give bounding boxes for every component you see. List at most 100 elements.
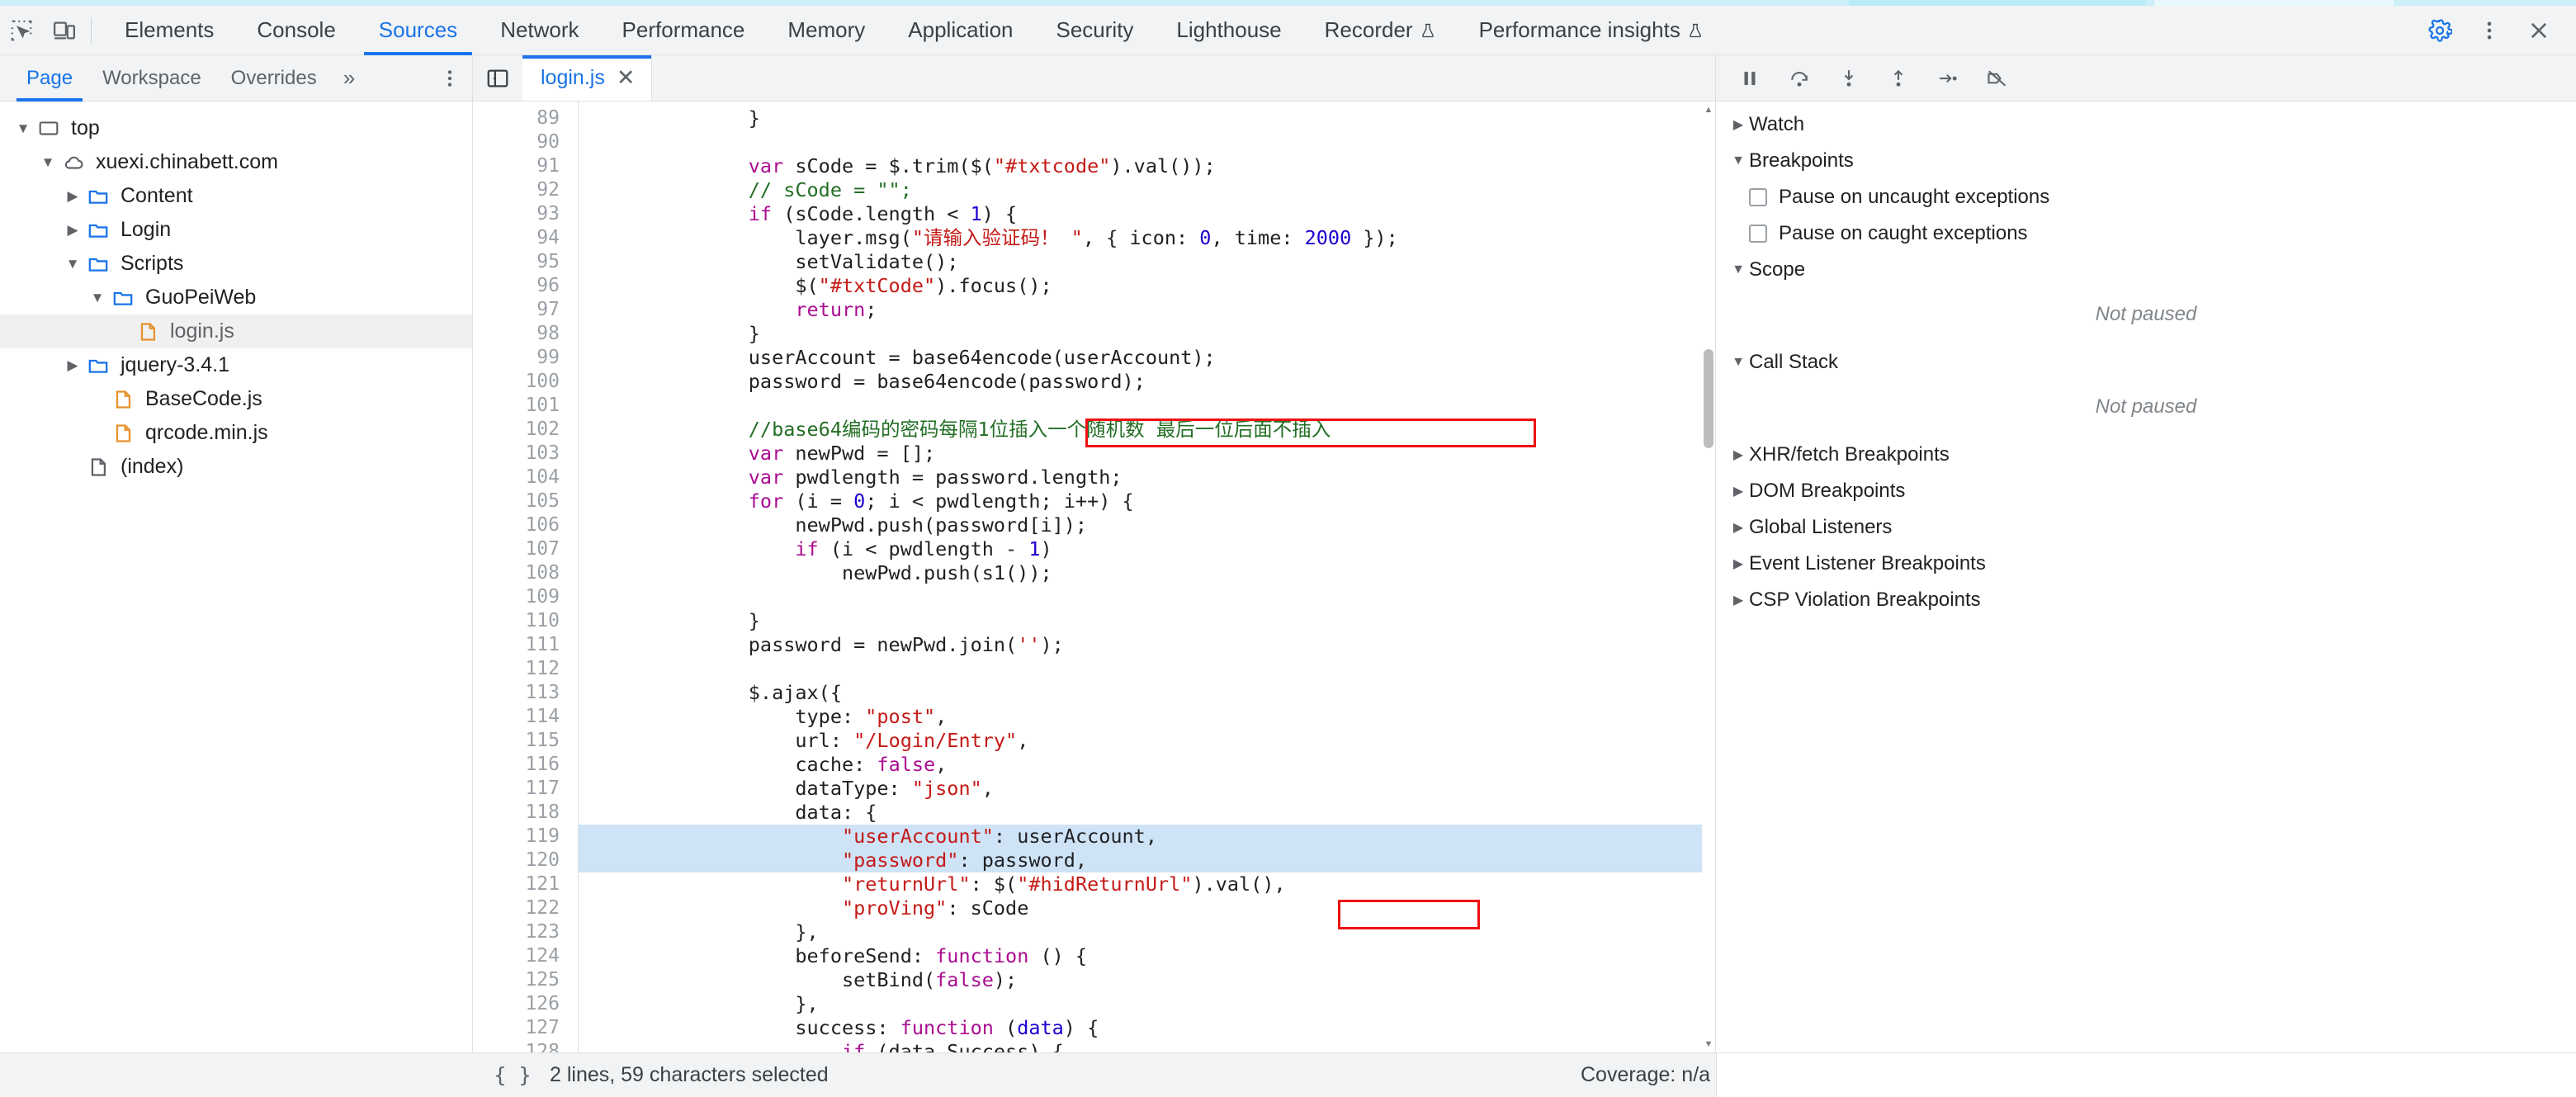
code-line[interactable]: for (i = 0; i < pwdlength; i++) {	[579, 489, 1715, 513]
twisty-collapsed-icon[interactable]: ▶	[1728, 519, 1749, 536]
twisty-expanded-icon[interactable]: ▼	[1728, 355, 1749, 370]
pretty-print-braces-icon[interactable]: { }	[475, 1063, 550, 1087]
line-number[interactable]: 92	[473, 178, 578, 202]
line-number[interactable]: 106	[473, 513, 578, 537]
tab-sources[interactable]: Sources	[357, 6, 479, 55]
navigator-tab-workspace[interactable]: Workspace	[87, 55, 216, 102]
code-line[interactable]: newPwd.push(password[i]);	[579, 513, 1715, 537]
more-options-kebab-icon[interactable]	[2467, 8, 2512, 53]
line-number[interactable]: 119	[473, 825, 578, 849]
code-editor[interactable]: 89 90 91 92 93 94 95 96 97 98 99 100 101 102 103 104 105…	[473, 102, 1715, 1052]
code-line[interactable]: "returnUrl": $("#hidReturnUrl").val(),	[579, 872, 1715, 896]
twisty-collapsed-icon[interactable]: ▶	[61, 357, 84, 374]
line-number[interactable]: 120	[473, 849, 578, 872]
code-line[interactable]	[579, 657, 1715, 681]
tab-security[interactable]: Security	[1035, 6, 1156, 55]
code-line[interactable]: layer.msg("请输入验证码！ ", { icon: 0, time: 2…	[579, 226, 1715, 250]
twisty-collapsed-icon[interactable]: ▶	[1728, 116, 1749, 133]
tree-item-guopeiweb[interactable]: ▼ GuoPeiWeb	[0, 281, 472, 314]
code-line[interactable]: if (sCode.length < 1) {	[579, 202, 1715, 226]
checkbox[interactable]	[1749, 225, 1767, 243]
code-line[interactable]: "password": password,	[579, 849, 1715, 872]
tab-memory[interactable]: Memory	[766, 6, 886, 55]
tab-application[interactable]: Application	[886, 6, 1034, 55]
debugger-section-header-call-stack[interactable]: ▼ Call Stack	[1716, 344, 2576, 381]
editor-tab-login-js[interactable]: login.js ✕	[522, 55, 653, 101]
settings-gear-icon[interactable]	[2418, 8, 2462, 53]
tab-recorder[interactable]: Recorder	[1303, 6, 1458, 55]
tab-performance[interactable]: Performance	[601, 6, 767, 55]
line-number[interactable]: 123	[473, 920, 578, 944]
line-number[interactable]: 124	[473, 944, 578, 968]
code-line[interactable]: }	[579, 322, 1715, 346]
code-line[interactable]: setBind(false);	[579, 968, 1715, 992]
code-line[interactable]: userAccount = base64encode(userAccount);	[579, 346, 1715, 370]
code-line[interactable]: cache: false,	[579, 753, 1715, 777]
navigator-more-tabs-icon[interactable]: »	[332, 55, 366, 102]
twisty-collapsed-icon[interactable]: ▶	[1728, 447, 1749, 463]
breakpoint-option-row[interactable]: Pause on caught exceptions	[1716, 215, 2576, 252]
code-line[interactable]: var newPwd = [];	[579, 442, 1715, 466]
line-number[interactable]: 101	[473, 394, 578, 418]
code-line[interactable]	[579, 130, 1715, 154]
debugger-section-header-dom-breakpoints[interactable]: ▶ DOM Breakpoints	[1716, 473, 2576, 509]
line-number[interactable]: 100	[473, 370, 578, 394]
show-navigator-icon[interactable]	[473, 55, 522, 101]
line-number[interactable]: 112	[473, 657, 578, 681]
tree-item-login-js[interactable]: login.js	[0, 314, 472, 348]
code-line[interactable]	[579, 394, 1715, 418]
twisty-expanded-icon[interactable]: ▼	[12, 121, 35, 137]
editor-scrollbar[interactable]: ▲ ▼	[1702, 102, 1715, 1052]
tab-performance-insights[interactable]: Performance insights	[1458, 6, 1725, 55]
code-line[interactable]: "userAccount": userAccount,	[579, 825, 1715, 849]
breakpoint-option-row[interactable]: Pause on uncaught exceptions	[1716, 179, 2576, 215]
code-line[interactable]: },	[579, 992, 1715, 1016]
line-number[interactable]: 117	[473, 777, 578, 801]
debugger-section-header-event-listener-breakpoints[interactable]: ▶ Event Listener Breakpoints	[1716, 546, 2576, 582]
line-number[interactable]: 90	[473, 130, 578, 154]
debugger-section-header-xhr-fetch-breakpoints[interactable]: ▶ XHR/fetch Breakpoints	[1716, 437, 2576, 473]
line-number[interactable]: 98	[473, 322, 578, 346]
code-line[interactable]: if (i < pwdlength - 1)	[579, 537, 1715, 561]
line-number[interactable]: 113	[473, 681, 578, 705]
line-number[interactable]: 95	[473, 250, 578, 274]
line-number[interactable]: 107	[473, 537, 578, 561]
code-line[interactable]: setValidate();	[579, 250, 1715, 274]
scroll-down-arrow-icon[interactable]: ▼	[1702, 1038, 1715, 1051]
line-number[interactable]: 105	[473, 489, 578, 513]
line-number[interactable]: 115	[473, 729, 578, 753]
tab-lighthouse[interactable]: Lighthouse	[1155, 6, 1302, 55]
twisty-collapsed-icon[interactable]: ▶	[1728, 556, 1749, 572]
line-number[interactable]: 111	[473, 633, 578, 657]
debugger-section-header-scope[interactable]: ▼ Scope	[1716, 252, 2576, 288]
line-number[interactable]: 108	[473, 561, 578, 585]
tree-item-qrcode-min-js[interactable]: qrcode.min.js	[0, 416, 472, 450]
code-content[interactable]: } var sCode = $.trim($("#txtcode").val()…	[579, 102, 1715, 1052]
code-line[interactable]: data: {	[579, 801, 1715, 825]
line-number[interactable]: 91	[473, 154, 578, 178]
tree-item-basecode-js[interactable]: BaseCode.js	[0, 382, 472, 416]
line-number[interactable]: 99	[473, 346, 578, 370]
code-line[interactable]: var sCode = $.trim($("#txtcode").val());	[579, 154, 1715, 178]
code-line[interactable]: $.ajax({	[579, 681, 1715, 705]
twisty-expanded-icon[interactable]: ▼	[86, 290, 109, 306]
code-line[interactable]: url: "/Login/Entry",	[579, 729, 1715, 753]
inspect-element-icon[interactable]	[0, 9, 43, 52]
line-number[interactable]: 121	[473, 872, 578, 896]
tree-item-scripts[interactable]: ▼ Scripts	[0, 247, 472, 281]
tree-item-top[interactable]: ▼ top	[0, 111, 472, 145]
code-line[interactable]: }	[579, 609, 1715, 633]
code-line[interactable]: if (data.Success) {	[579, 1040, 1715, 1052]
line-number[interactable]: 109	[473, 585, 578, 609]
twisty-collapsed-icon[interactable]: ▶	[1728, 592, 1749, 608]
navigator-tab-page[interactable]: Page	[12, 55, 87, 102]
code-line[interactable]: //base64编码的密码每隔1位插入一个随机数 最后一位后面不插入	[579, 418, 1715, 442]
line-number[interactable]: 122	[473, 896, 578, 920]
line-number[interactable]: 125	[473, 968, 578, 992]
navigator-kebab-icon[interactable]	[428, 55, 472, 102]
debugger-section-header-global-listeners[interactable]: ▶ Global Listeners	[1716, 509, 2576, 546]
line-number[interactable]: 127	[473, 1016, 578, 1040]
code-line[interactable]: type: "post",	[579, 705, 1715, 729]
debugger-section-header-csp-violation-breakpoints[interactable]: ▶ CSP Violation Breakpoints	[1716, 582, 2576, 618]
twisty-collapsed-icon[interactable]: ▶	[61, 188, 84, 205]
